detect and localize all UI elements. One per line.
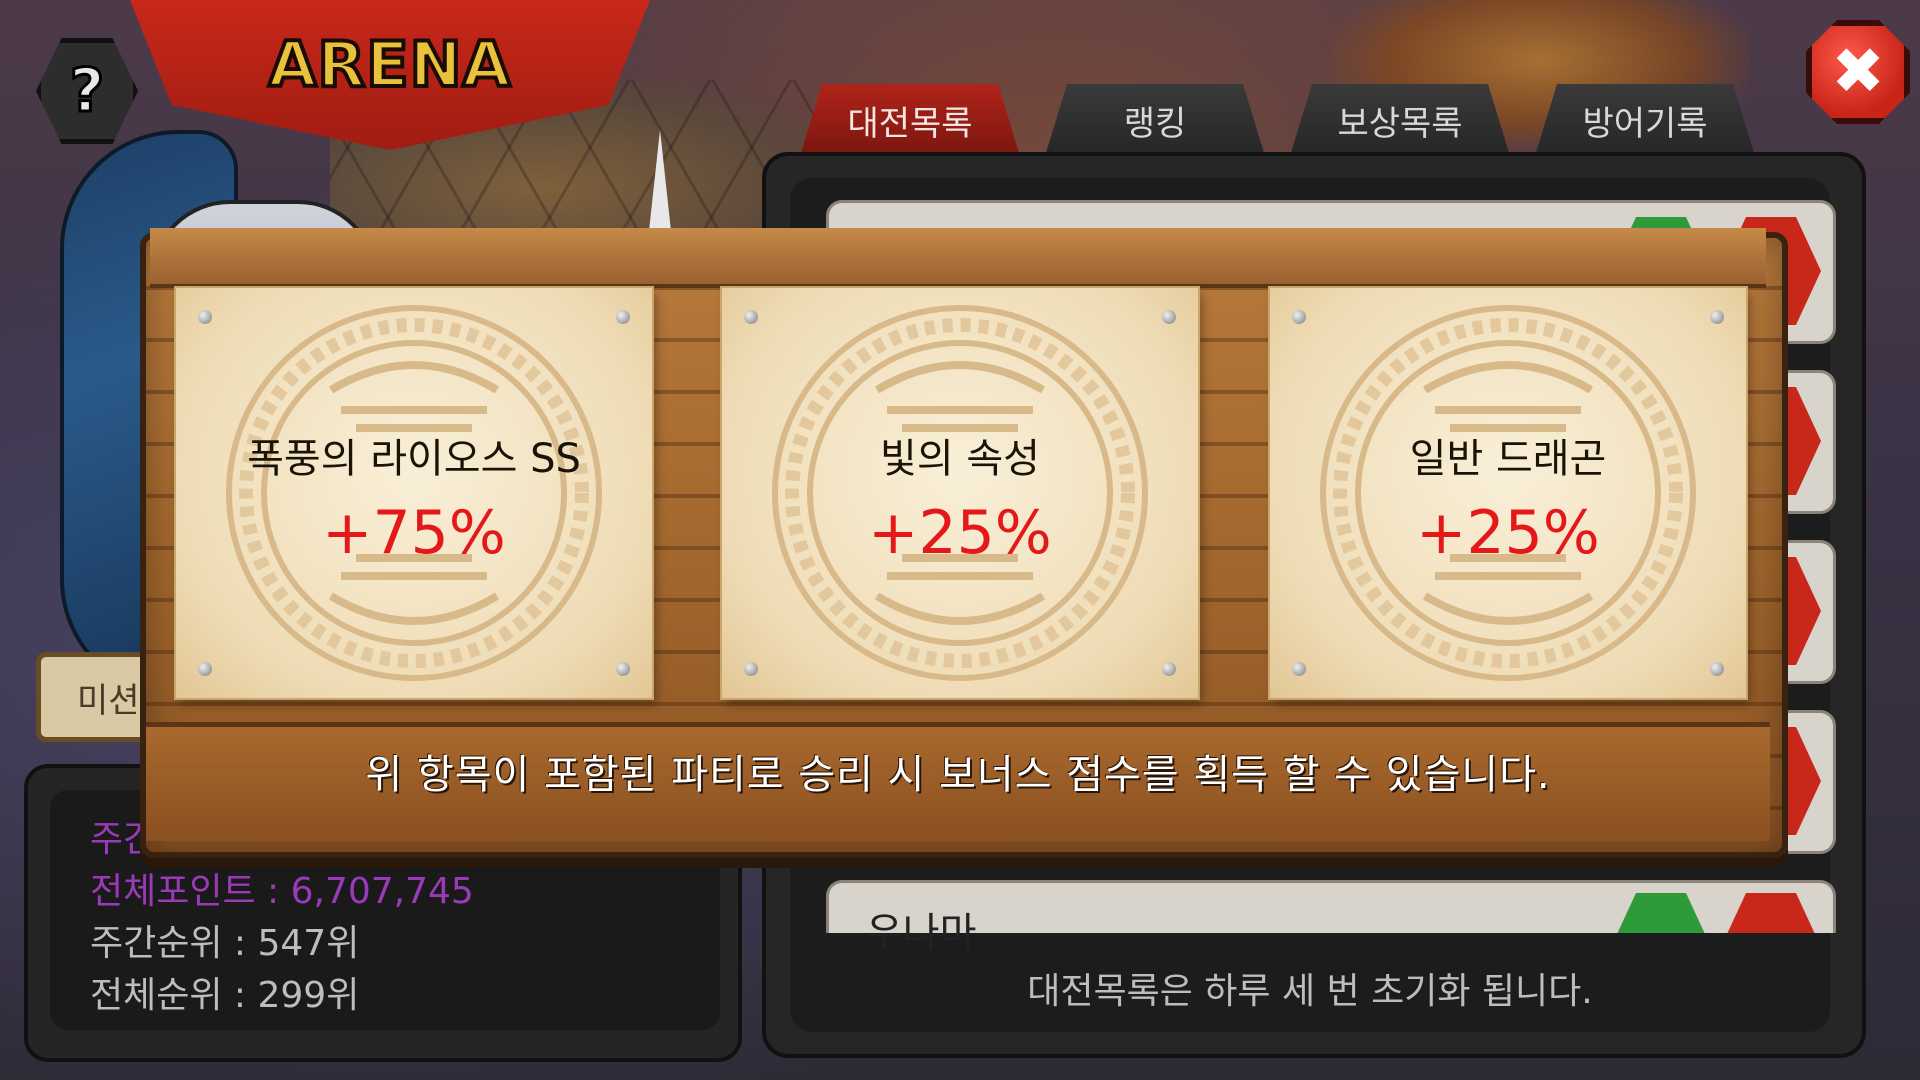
rune-seal-icon <box>772 305 1148 681</box>
nail-icon <box>198 310 212 324</box>
nail-icon <box>744 310 758 324</box>
total-rank: 전체순위 : 299위 <box>90 975 360 1016</box>
bonus-card-name: 폭풍의 라이오스 SS <box>247 436 581 482</box>
tab-battle-list[interactable]: 대전목록 <box>800 84 1020 156</box>
nail-icon <box>744 662 758 676</box>
bonus-card: 빛의 속성 +25% <box>722 288 1198 698</box>
spear-tip-art <box>648 130 672 240</box>
close-icon: ✖ <box>1831 35 1885 109</box>
nail-icon <box>1710 310 1724 324</box>
nail-icon <box>1710 662 1724 676</box>
nail-icon <box>616 310 630 324</box>
row-actions <box>1611 893 1821 933</box>
opponent-row[interactable] <box>826 880 1836 933</box>
rune-seal-icon <box>226 305 602 681</box>
tab-rewards[interactable]: 보상목록 <box>1290 84 1510 156</box>
nail-icon <box>1292 662 1306 676</box>
bonus-card-name: 빛의 속성 <box>880 436 1040 482</box>
tab-ranking[interactable]: 랭킹 <box>1045 84 1265 156</box>
battle-list-reset-note: 대전목록은 하루 세 번 초기화 됩니다. <box>1027 971 1593 1012</box>
bonus-card: 폭풍의 라이오스 SS +75% <box>176 288 652 698</box>
nail-icon <box>616 662 630 676</box>
tab-defense-log[interactable]: 방어기록 <box>1535 84 1755 156</box>
page-title: ARENA <box>267 26 513 103</box>
battle-button[interactable] <box>1611 893 1711 933</box>
nail-icon <box>1162 310 1176 324</box>
bonus-card-percent: +25% <box>1416 498 1600 568</box>
bonus-card: 일반 드래곤 +25% <box>1270 288 1746 698</box>
bonus-card-percent: +75% <box>322 498 506 568</box>
question-icon: ? <box>68 55 106 128</box>
total-points: 전체포인트 : 6,707,745 <box>90 871 474 912</box>
bonus-card-name: 일반 드래곤 <box>1409 436 1607 482</box>
nail-icon <box>198 662 212 676</box>
board-top-plank <box>150 228 1766 288</box>
nail-icon <box>1162 662 1176 676</box>
nail-icon <box>1292 310 1306 324</box>
rune-seal-icon <box>1320 305 1696 681</box>
info-button[interactable] <box>1721 893 1821 933</box>
opponent-name: 우나마 <box>866 910 977 956</box>
weekly-rank: 주간순위 : 547위 <box>90 923 360 964</box>
bonus-note: 위 항목이 포함된 파티로 승리 시 보너스 점수를 획득 할 수 있습니다. <box>365 752 1551 798</box>
bonus-card-percent: +25% <box>868 498 1052 568</box>
